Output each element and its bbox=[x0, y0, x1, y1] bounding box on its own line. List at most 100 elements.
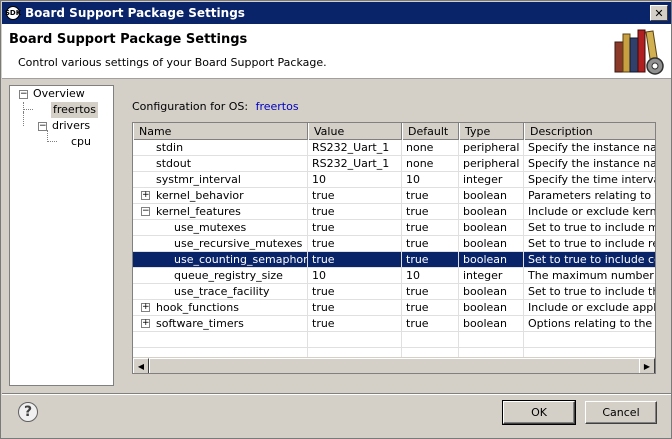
scroll-left-icon[interactable]: ◀ bbox=[133, 358, 149, 373]
tree-collapse-overview-icon[interactable]: − bbox=[19, 90, 28, 99]
cell-default: true bbox=[402, 284, 459, 300]
cell-name bbox=[133, 332, 308, 348]
cell-description: Specify the time interval fo bbox=[524, 172, 655, 188]
cell-value: true bbox=[308, 236, 402, 252]
table-row[interactable]: kernel_features − true true boolean Include o… bbox=[133, 204, 655, 220]
dialog-header: Board Support Package Settings Control v… bbox=[2, 24, 671, 79]
sdk-app-icon: SDK bbox=[5, 6, 21, 20]
tree-item-cpu[interactable]: cpu bbox=[71, 134, 91, 150]
dialog-window: SDK Board Support Package Settings ✕ Boa… bbox=[0, 0, 672, 439]
cell-value: true bbox=[308, 284, 402, 300]
window-title: Board Support Package Settings bbox=[25, 6, 245, 20]
table-row[interactable]: use_counting_semaphores true true boolean Se… bbox=[133, 252, 655, 268]
column-header-value[interactable]: Value bbox=[308, 123, 402, 140]
cell-empty bbox=[459, 332, 524, 348]
cell-type: boolean bbox=[459, 300, 524, 316]
cell-type: boolean bbox=[459, 316, 524, 332]
cell-value: true bbox=[308, 220, 402, 236]
cell-default: true bbox=[402, 188, 459, 204]
column-header-name[interactable]: Name bbox=[133, 123, 308, 140]
row-name: kernel_behavior bbox=[156, 189, 244, 202]
column-header-description[interactable]: Description bbox=[524, 123, 655, 140]
tree-item-drivers[interactable]: drivers bbox=[52, 118, 90, 134]
column-header-type[interactable]: Type bbox=[459, 123, 524, 140]
cell-empty bbox=[524, 332, 655, 348]
cell-default: true bbox=[402, 236, 459, 252]
scroll-right-icon[interactable]: ▶ bbox=[639, 358, 655, 373]
cell-name: systmr_interval bbox=[133, 172, 308, 188]
cell-type: boolean bbox=[459, 204, 524, 220]
cell-name: kernel_behavior bbox=[133, 188, 308, 204]
help-icon[interactable]: ? bbox=[18, 402, 38, 422]
expand-icon[interactable]: + bbox=[141, 191, 150, 200]
row-name: use_mutexes bbox=[174, 221, 247, 234]
scrollbar-thumb[interactable] bbox=[149, 358, 640, 373]
cell-empty bbox=[402, 332, 459, 348]
table-row[interactable]: software_timers + true true boolean Options r… bbox=[133, 316, 655, 332]
row-name: stdin bbox=[156, 141, 184, 154]
table-row[interactable]: stdin RS232_Uart_1 none peripheral Specify t… bbox=[133, 140, 655, 156]
tree-item-overview[interactable]: Overview bbox=[33, 86, 85, 102]
collapse-icon[interactable]: − bbox=[141, 207, 150, 216]
tree-collapse-drivers-icon[interactable]: − bbox=[38, 122, 47, 131]
table-row[interactable]: kernel_behavior + true true boolean Parameter… bbox=[133, 188, 655, 204]
row-name: use_trace_facility bbox=[174, 285, 270, 298]
table-row[interactable]: queue_registry_size 10 10 integer The maximu… bbox=[133, 268, 655, 284]
cell-value: true bbox=[308, 316, 402, 332]
cell-empty bbox=[308, 332, 402, 348]
cell-default: 10 bbox=[402, 172, 459, 188]
bsp-tree: − Overview freertos − drivers cpu bbox=[9, 85, 114, 386]
cell-default: true bbox=[402, 220, 459, 236]
table-row[interactable]: use_mutexes true true boolean Set to true to… bbox=[133, 220, 655, 236]
cell-value: 10 bbox=[308, 172, 402, 188]
cell-name: use_counting_semaphores bbox=[133, 252, 308, 268]
cell-type: integer bbox=[459, 268, 524, 284]
horizontal-scrollbar[interactable]: ◀ ▶ bbox=[133, 357, 655, 373]
row-name: queue_registry_size bbox=[174, 269, 283, 282]
header-subtitle: Control various settings of your Board S… bbox=[18, 56, 327, 69]
tree-line bbox=[23, 102, 24, 112]
ok-button[interactable]: OK bbox=[502, 400, 576, 425]
column-header-default[interactable]: Default bbox=[402, 123, 459, 140]
cell-type: boolean bbox=[459, 220, 524, 236]
config-label: Configuration for OS: bbox=[132, 100, 249, 113]
cell-value: 10 bbox=[308, 268, 402, 284]
cell-default: true bbox=[402, 252, 459, 268]
cell-name: use_mutexes bbox=[133, 220, 308, 236]
table-header: Name Value Default Type Description bbox=[133, 123, 655, 140]
title-bar: SDK Board Support Package Settings ✕ bbox=[2, 2, 671, 24]
table-row[interactable]: use_trace_facility true true boolean Set to … bbox=[133, 284, 655, 300]
row-name: hook_functions bbox=[156, 301, 239, 314]
cell-name: queue_registry_size bbox=[133, 268, 308, 284]
table-row[interactable]: use_recursive_mutexes true true boolean Set … bbox=[133, 236, 655, 252]
cell-default: true bbox=[402, 204, 459, 220]
close-button[interactable]: ✕ bbox=[650, 5, 668, 21]
cell-description: Parameters relating to the bbox=[524, 188, 655, 204]
cell-description: Set to true to include recu bbox=[524, 236, 655, 252]
cell-name: software_timers bbox=[133, 316, 308, 332]
cell-default: true bbox=[402, 300, 459, 316]
row-name: kernel_features bbox=[156, 205, 241, 218]
table-row[interactable]: hook_functions + true true boolean Include or… bbox=[133, 300, 655, 316]
expand-icon[interactable]: + bbox=[141, 319, 150, 328]
cell-name: hook_functions bbox=[133, 300, 308, 316]
cell-default: 10 bbox=[402, 268, 459, 284]
cell-value: true bbox=[308, 188, 402, 204]
cell-name: kernel_features bbox=[133, 204, 308, 220]
table-row[interactable]: stdout RS232_Uart_1 none peripheral Specify … bbox=[133, 156, 655, 172]
cancel-button[interactable]: Cancel bbox=[585, 401, 657, 424]
tree-item-freertos[interactable]: freertos bbox=[51, 102, 98, 118]
tree-line bbox=[23, 112, 24, 126]
expand-icon[interactable]: + bbox=[141, 303, 150, 312]
cell-type: peripheral bbox=[459, 140, 524, 156]
cell-default: none bbox=[402, 156, 459, 172]
table-row[interactable]: systmr_interval 10 10 integer Specify the ti… bbox=[133, 172, 655, 188]
cell-value: RS232_Uart_1 bbox=[308, 140, 402, 156]
settings-table: Name Value Default Type Description stdi… bbox=[132, 122, 656, 374]
cell-description: Specify the instance name bbox=[524, 140, 655, 156]
cell-type: boolean bbox=[459, 252, 524, 268]
cell-type: boolean bbox=[459, 188, 524, 204]
cell-name: use_trace_facility bbox=[133, 284, 308, 300]
row-name: use_recursive_mutexes bbox=[174, 237, 303, 250]
cell-name: stdout bbox=[133, 156, 308, 172]
